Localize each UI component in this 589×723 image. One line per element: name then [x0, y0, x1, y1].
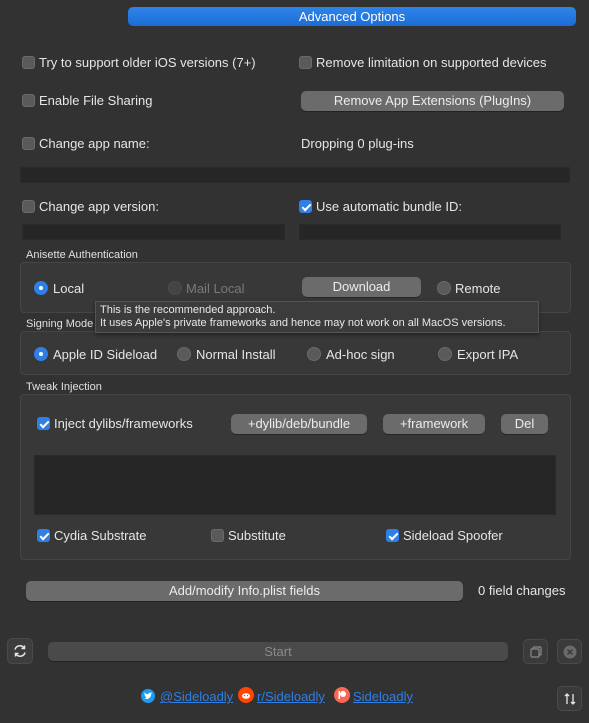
anisette-remote-radio[interactable]: [437, 281, 451, 295]
start-button[interactable]: Start: [48, 642, 508, 661]
add-framework-button[interactable]: +framework: [383, 414, 485, 434]
twitter-link[interactable]: @Sideloadly: [160, 689, 233, 704]
substitute-checkbox[interactable]: [211, 529, 224, 542]
anisette-local-label: Local: [53, 281, 85, 296]
reddit-link[interactable]: r/Sideloadly: [257, 689, 325, 704]
change-version-label: Change app version:: [39, 199, 159, 214]
field-changes-text: 0 field changes: [478, 583, 566, 598]
refresh-icon: [14, 645, 26, 657]
app-name-field[interactable]: [20, 167, 570, 183]
patreon-link[interactable]: Sideloadly: [353, 689, 413, 704]
cydia-substrate-label: Cydia Substrate: [54, 528, 147, 543]
tooltip: This is the recommended approach. It use…: [95, 301, 539, 333]
signing-apple-id-label: Apple ID Sideload: [53, 347, 158, 362]
sort-button[interactable]: [557, 686, 582, 711]
refresh-button[interactable]: [7, 638, 33, 664]
auto-bundle-checkbox[interactable]: [299, 200, 312, 213]
inject-label: Inject dylibs/frameworks: [54, 416, 193, 431]
download-button[interactable]: Download: [302, 277, 421, 297]
signing-normal-radio[interactable]: [177, 347, 191, 361]
file-sharing-label: Enable File Sharing: [39, 93, 153, 108]
anisette-title: Anisette Authentication: [26, 249, 138, 261]
remove-extensions-button[interactable]: Remove App Extensions (PlugIns): [301, 91, 564, 111]
anisette-mail-local-radio[interactable]: [168, 281, 182, 295]
info-plist-button[interactable]: Add/modify Info.plist fields: [26, 581, 463, 601]
bundle-id-field[interactable]: [299, 224, 561, 240]
copy-icon: [529, 645, 542, 658]
tooltip-line-1: This is the recommended approach.: [100, 304, 276, 316]
tooltip-line-2: It uses Apple's private frameworks and h…: [100, 317, 506, 329]
signing-apple-id-radio[interactable]: [34, 347, 48, 361]
cancel-button[interactable]: [557, 639, 582, 664]
app-version-field[interactable]: [22, 224, 285, 240]
dropping-plugins-text: Dropping 0 plug-ins: [301, 136, 414, 151]
add-dylib-button[interactable]: +dylib/deb/bundle: [231, 414, 367, 434]
cydia-substrate-checkbox[interactable]: [37, 529, 50, 542]
delete-button[interactable]: Del: [501, 414, 548, 434]
sideload-spoofer-checkbox[interactable]: [386, 529, 399, 542]
change-version-checkbox[interactable]: [22, 200, 35, 213]
change-name-checkbox[interactable]: [22, 137, 35, 150]
reddit-icon: [238, 687, 254, 703]
sort-icon: [564, 692, 575, 705]
tweak-injection-title: Tweak Injection: [26, 381, 102, 393]
copy-button[interactable]: [523, 639, 548, 664]
inject-checkbox[interactable]: [37, 417, 50, 430]
signing-adhoc-label: Ad-hoc sign: [326, 347, 395, 362]
twitter-icon: [141, 689, 155, 703]
older-ios-label: Try to support older iOS versions (7+): [39, 55, 256, 70]
signing-export-radio[interactable]: [438, 347, 452, 361]
remove-limitation-checkbox[interactable]: [299, 56, 312, 69]
signing-adhoc-radio[interactable]: [307, 347, 321, 361]
auto-bundle-label: Use automatic bundle ID:: [316, 199, 462, 214]
signing-mode-title: Signing Mode: [26, 318, 94, 330]
advanced-options-button[interactable]: Advanced Options: [128, 7, 576, 26]
older-ios-checkbox[interactable]: [22, 56, 35, 69]
file-sharing-checkbox[interactable]: [22, 94, 35, 107]
anisette-local-radio[interactable]: [34, 281, 48, 295]
anisette-mail-local-label: Mail Local: [186, 281, 245, 296]
signing-normal-label: Normal Install: [196, 347, 276, 362]
anisette-remote-label: Remote: [455, 281, 501, 296]
signing-export-label: Export IPA: [457, 347, 519, 362]
patreon-icon: [334, 687, 350, 703]
sideload-spoofer-label: Sideload Spoofer: [403, 528, 503, 543]
tweak-list[interactable]: [34, 455, 556, 515]
remove-limitation-label: Remove limitation on supported devices: [316, 55, 547, 70]
close-icon: [563, 645, 576, 658]
change-name-label: Change app name:: [39, 136, 150, 151]
substitute-label: Substitute: [228, 528, 286, 543]
